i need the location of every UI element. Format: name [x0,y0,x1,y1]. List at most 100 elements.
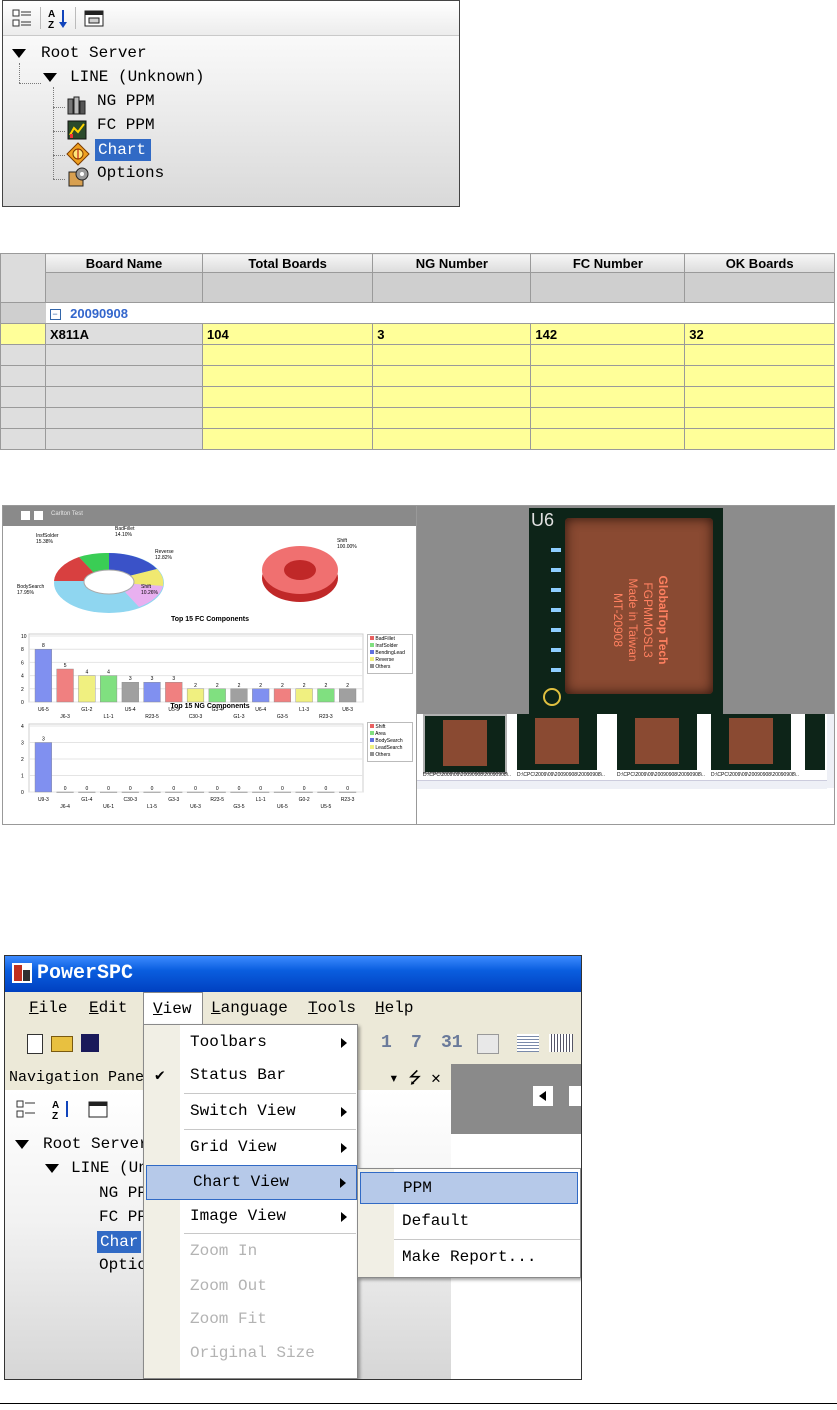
menu-tools[interactable]: Tools [308,999,356,1017]
group-row[interactable]: − 20090908 [45,302,835,324]
tree-node-options[interactable]: Optio [99,1256,147,1274]
vertical-scrollbar[interactable] [827,714,834,788]
tree-node-fc-ppm[interactable]: FC PP [99,1208,147,1226]
report-icon[interactable] [517,1034,539,1052]
ng-bar[interactable] [56,791,74,793]
submenu-item-default[interactable]: Default [360,1206,576,1236]
fc-bar[interactable] [121,682,139,703]
fc-bar[interactable] [252,688,270,703]
menu-item-toolbars[interactable]: Toolbars [144,1026,357,1059]
fc-bar[interactable] [34,649,52,703]
horizontal-scrollbar[interactable] [417,780,827,789]
tree-node-root-server[interactable]: Root Server [41,44,147,62]
prev-chart-button[interactable] [21,511,30,520]
ng-bar[interactable] [143,791,161,793]
ng-bar[interactable] [208,791,226,793]
thumbnail[interactable] [805,714,825,770]
menu-language[interactable]: Language [211,999,288,1017]
thumbnail[interactable] [517,714,597,770]
submenu-item-ppm[interactable]: PPM [360,1172,578,1204]
menu-file[interactable]: File [29,999,67,1017]
ng-bar[interactable] [339,791,357,793]
cell-board-name[interactable]: X811A [45,323,203,345]
fc-bar[interactable] [339,688,357,703]
tree-node-ng-ppm[interactable]: NG PPM [97,92,155,110]
ng-bar[interactable] [34,742,52,793]
menu-item-image-view[interactable]: Image View [144,1200,357,1233]
expand-triangle-icon[interactable] [43,73,57,82]
ng-bar[interactable] [252,791,270,793]
calendar-icon[interactable] [477,1034,499,1054]
open-icon[interactable] [51,1036,73,1052]
fc-bar[interactable] [143,682,161,703]
col-ok-boards[interactable]: OK Boards [684,253,835,273]
cell-ng-number[interactable]: 3 [372,323,532,345]
collapse-icon[interactable]: − [49,308,61,320]
menu-edit[interactable]: Edit [89,999,127,1017]
fc-bar[interactable] [165,682,183,703]
col-ng-number[interactable]: NG Number [372,253,532,273]
fc-bar[interactable] [230,688,248,703]
tree-node-line[interactable]: LINE (Unknown) [70,68,204,86]
ng-bar[interactable] [165,791,183,793]
table-row[interactable]: X811A 104 3 142 32 [0,323,835,345]
toolbar-num-31[interactable]: 31 [441,1033,463,1053]
ng-bar[interactable] [186,791,205,793]
thumbnail[interactable] [617,714,697,770]
cell-fc-number[interactable]: 142 [530,323,686,345]
fc-bar[interactable] [273,688,292,703]
tree-node-line[interactable]: LINE (Un [71,1159,148,1177]
menu-item-zoom-in[interactable]: Zoom In [144,1235,357,1268]
ng-bar[interactable] [295,791,313,793]
new-icon[interactable] [27,1034,43,1054]
ng-bar[interactable] [317,791,335,793]
categorized-icon[interactable] [15,1098,37,1120]
fc-bar[interactable] [78,675,96,703]
save-icon[interactable] [81,1034,99,1052]
sort-az-icon[interactable]: AZ [51,1098,73,1122]
menu-item-original-size[interactable]: Original Size [144,1337,357,1370]
expand-triangle-icon[interactable] [12,49,26,58]
col-total-boards[interactable]: Total Boards [201,253,374,273]
next-chart-button[interactable] [34,511,43,520]
toolbar-num-1[interactable]: 1 [381,1033,392,1053]
tree-node-root-server[interactable]: Root Server [43,1135,149,1153]
sort-az-icon[interactable]: AZ [47,7,69,31]
thumbnail[interactable] [423,714,507,774]
expand-triangle-icon[interactable] [15,1140,29,1149]
menu-item-zoom-fit[interactable]: Zoom Fit [144,1303,357,1336]
menu-view[interactable]: View [143,992,203,1025]
ng-bar[interactable] [230,791,248,793]
fc-bar[interactable] [208,688,226,703]
tree-node-fc-ppm[interactable]: FC PPM [97,116,155,134]
tree-node-chart-selected[interactable]: Char [97,1231,141,1253]
fc-bar[interactable] [295,688,313,703]
menu-help[interactable]: Help [375,999,413,1017]
ng-bar[interactable] [99,791,118,793]
col-fc-number[interactable]: FC Number [530,253,686,273]
ng-bar[interactable] [273,791,292,793]
submenu-item-make-report[interactable]: Make Report... [360,1242,576,1272]
toolbar-num-7[interactable]: 7 [411,1033,422,1053]
menu-item-chart-view[interactable]: Chart View [146,1165,357,1200]
tree-node-chart-selected[interactable]: Chart [95,139,151,161]
prev-button[interactable] [533,1086,553,1106]
fc-bar[interactable] [317,688,335,703]
menu-item-switch-view[interactable]: Switch View [144,1095,357,1128]
tree-node-options[interactable]: Options [97,164,164,182]
fc-bar[interactable] [186,688,205,703]
menu-item-zoom-out[interactable]: Zoom Out [144,1270,357,1303]
ng-bar[interactable] [78,791,96,793]
property-pages-icon[interactable] [83,7,105,29]
cell-ok-boards[interactable]: 32 [684,323,835,345]
cell-total-boards[interactable]: 104 [201,323,374,345]
next-button[interactable] [569,1086,581,1106]
thumbnail[interactable] [711,714,791,770]
ng-bar[interactable] [121,791,139,793]
fc-bar[interactable] [56,668,74,703]
fc-bar[interactable] [99,675,118,703]
grid-icon[interactable] [549,1034,573,1052]
menu-item-status-bar[interactable]: ✔ Status Bar [144,1059,357,1092]
categorized-icon[interactable] [11,7,33,29]
tree-node-ng-ppm[interactable]: NG PP [99,1184,147,1202]
